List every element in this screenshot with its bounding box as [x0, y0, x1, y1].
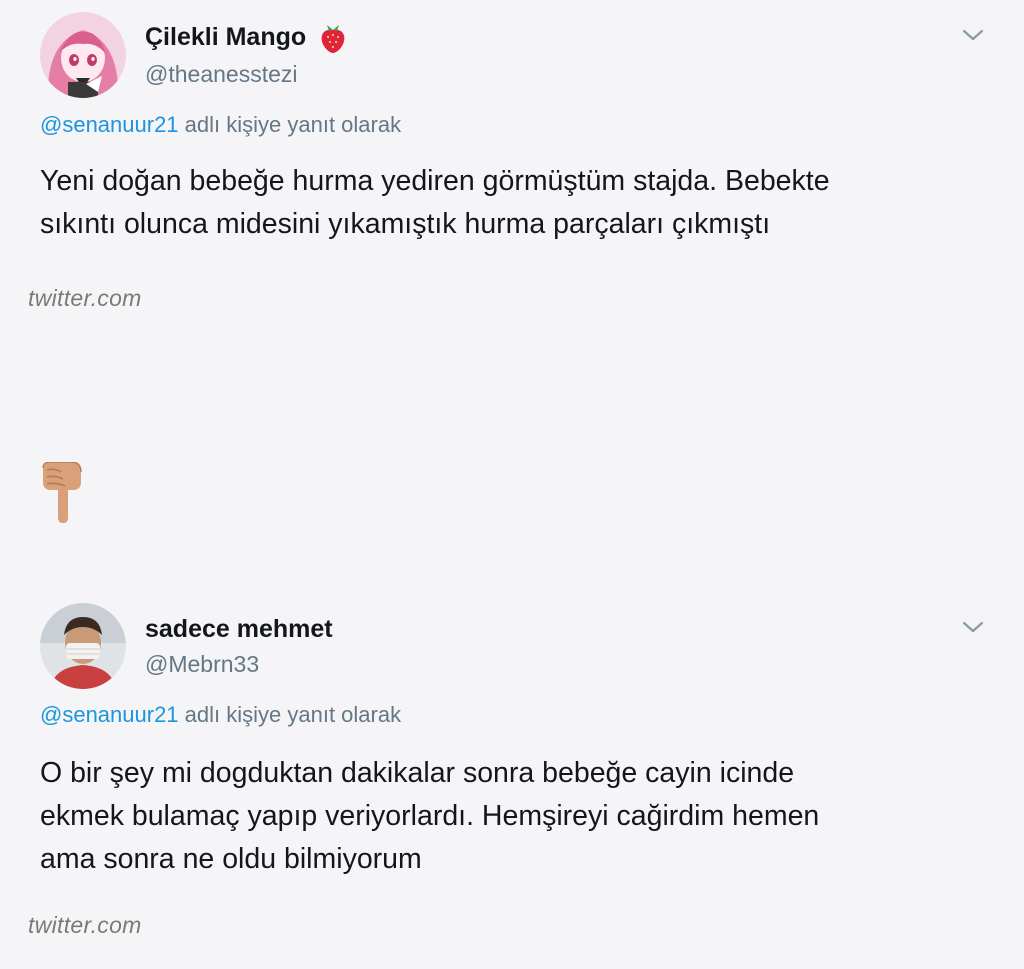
reply-mention-link[interactable]: @senanuur21	[40, 702, 179, 727]
reply-context-label: adlı kişiye yanıt olarak	[178, 702, 402, 727]
reply-context: @senanuur21 adlı kişiye yanıt olarak	[40, 702, 401, 728]
reply-context: @senanuur21 adlı kişiye yanıt olarak	[40, 112, 401, 138]
tweet-card: sadece mehmet @Mebrn33 @senanuur21 adlı …	[0, 590, 1024, 969]
strawberry-icon	[318, 22, 348, 54]
tweet-text-line: Yeni doğan bebeğe hurma yediren görmüştü…	[40, 165, 830, 197]
user-handle[interactable]: @Mebrn33	[145, 651, 259, 678]
reply-context-label: adlı kişiye yanıt olarak	[178, 112, 402, 137]
source-watermark: twitter.com	[28, 285, 142, 311]
reply-mention-link[interactable]: @senanuur21	[40, 112, 179, 137]
tweet-text-line: sıkıntı olunca midesini yıkamıştık hurma…	[40, 208, 771, 240]
tweet-text-line: ama sonra ne oldu bilmiyorum	[40, 843, 422, 875]
tweet-text-line: O bir şey mi dogduktan dakikalar sonra b…	[40, 757, 795, 789]
chevron-down-icon[interactable]	[960, 618, 986, 636]
pointing-down-hand-icon	[37, 461, 87, 524]
avatar[interactable]	[40, 12, 126, 98]
tweet-text: O bir şey mi dogduktan dakikalar sonra b…	[40, 752, 990, 881]
user-handle[interactable]: @theanesstezi	[145, 61, 298, 88]
tweet-text-line: ekmek bulamaç yapıp veriyorlardı. Hemşir…	[40, 800, 820, 832]
avatar[interactable]	[40, 603, 126, 689]
chevron-down-icon[interactable]	[960, 26, 986, 44]
display-name[interactable]: Çilekli Mango	[145, 23, 306, 52]
display-name[interactable]: sadece mehmet	[145, 615, 333, 644]
source-watermark: twitter.com	[28, 912, 142, 938]
tweet-card: Çilekli Mango @theanesstezi @senanuur21 …	[0, 0, 1024, 340]
tweet-text: Yeni doğan bebeğe hurma yediren görmüştü…	[40, 160, 990, 246]
